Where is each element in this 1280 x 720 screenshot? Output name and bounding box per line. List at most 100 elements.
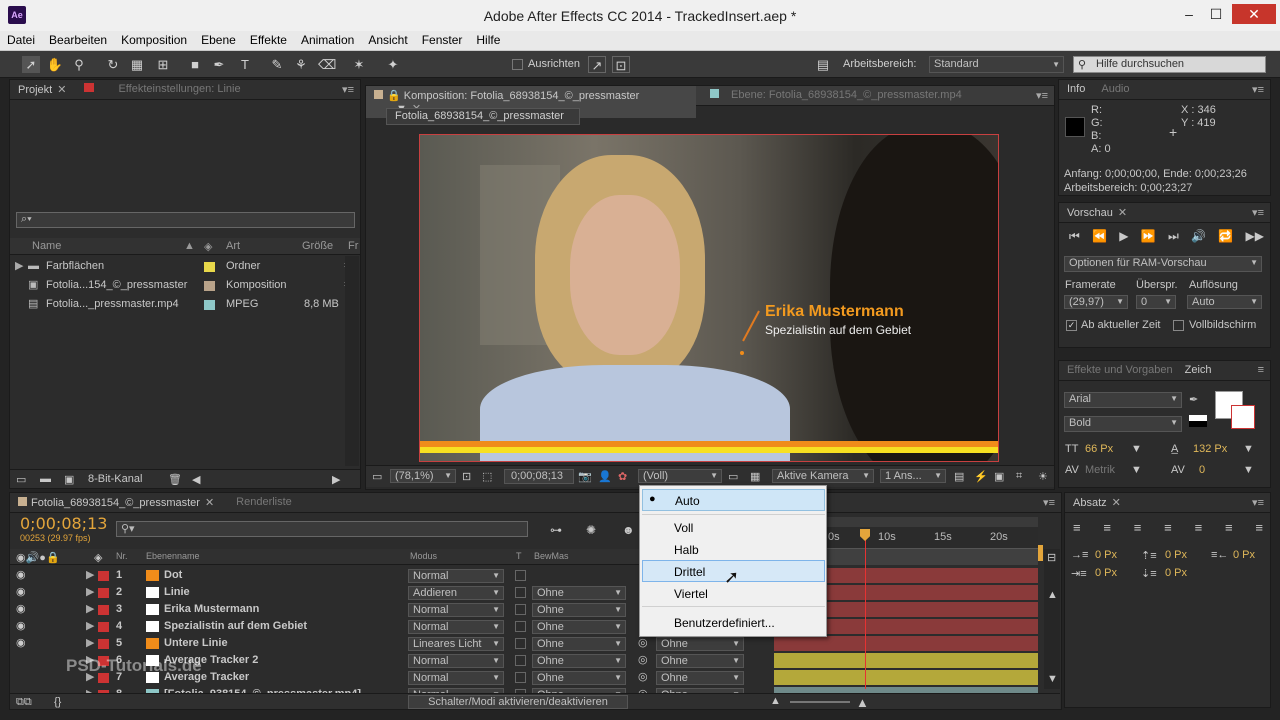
first-line-value[interactable]: 0 Px [1095, 567, 1117, 579]
black-swatch[interactable] [1189, 421, 1207, 427]
snapshot-icon[interactable]: 📷 [578, 470, 592, 483]
tab-audio[interactable]: Audio [1093, 80, 1137, 98]
shy-icon[interactable]: ☻ [622, 523, 635, 537]
panel-menu-icon[interactable]: ▾≡ [1252, 496, 1264, 509]
project-scrollbar[interactable] [345, 256, 359, 466]
preserve-transparency-checkbox[interactable] [515, 621, 526, 632]
scroll-left-icon[interactable]: ◀ [192, 473, 200, 486]
blend-mode-select[interactable]: Normal [408, 620, 504, 634]
expand-arrow-icon[interactable]: ▶ [15, 258, 23, 275]
table-row[interactable]: ◉ ▶ 5 Untere Linie Lineares Licht Ohne ◎ Ohne [10, 635, 1040, 652]
layer-name[interactable]: Erika Mustermann [164, 601, 259, 618]
tab-info[interactable]: Info [1059, 80, 1093, 98]
dropdown-icon[interactable]: ▼ [1243, 464, 1254, 476]
menu-item-halb[interactable]: Halb [674, 543, 699, 557]
zoom-slider[interactable] [790, 701, 850, 703]
blend-mode-select[interactable]: Lineares Licht [408, 637, 504, 651]
rectangle-tool-icon[interactable]: ■ [186, 56, 204, 73]
toggle-pixel-icon[interactable]: ▤ [954, 470, 964, 483]
ram-preview-icon[interactable]: ▶▶ [1246, 229, 1264, 244]
roi-icon[interactable]: ▭ [728, 470, 738, 483]
layer-name[interactable]: Untere Linie [164, 635, 228, 652]
audio-icon[interactable]: 🔊 [1191, 229, 1206, 244]
comp-mini-flowchart-icon[interactable]: ⊶ [550, 523, 562, 537]
preview-resolution-select[interactable]: Auto [1187, 295, 1262, 309]
col-type[interactable]: Art [226, 240, 240, 252]
blend-mode-select[interactable]: Normal [408, 654, 504, 668]
tab-render-queue[interactable]: Renderliste [228, 493, 300, 511]
prev-frame-icon[interactable]: ⏪ [1092, 229, 1107, 244]
loop-icon[interactable]: 🔁 [1218, 229, 1233, 244]
menu-komposition[interactable]: Komposition [114, 31, 194, 49]
panel-menu-icon[interactable]: ▾≡ [1043, 496, 1055, 509]
layer-search-input[interactable]: ⚲▾ [116, 521, 528, 537]
text-tool-icon[interactable]: T [236, 56, 254, 73]
preserve-transparency-checkbox[interactable] [515, 570, 526, 581]
playhead-line[interactable] [865, 529, 866, 689]
pickwhip-icon[interactable]: ◎ [638, 652, 648, 669]
tab-effects-presets[interactable]: Effekte und Vorgaben [1059, 361, 1181, 379]
help-search-input[interactable]: Hilfe durchsuchen [1073, 56, 1266, 73]
zoom-tool-icon[interactable]: ⚲ [70, 56, 88, 73]
table-row[interactable]: ◉ ▶ 3 Erika Mustermann Normal Ohne [10, 601, 1040, 618]
dropdown-icon[interactable]: ▼ [1243, 443, 1254, 455]
tab-preview[interactable]: Vorschau ✕ [1059, 203, 1135, 222]
views-select[interactable]: 1 Ans... [880, 469, 946, 483]
play-icon[interactable]: ▶ [1119, 229, 1128, 244]
preserve-transparency-checkbox[interactable] [515, 587, 526, 598]
preserve-transparency-checkbox[interactable] [515, 604, 526, 615]
pickwhip-icon[interactable]: ◎ [638, 635, 648, 652]
menu-hilfe[interactable]: Hilfe [469, 31, 507, 49]
project-search-input[interactable]: ⌕▾ [16, 212, 355, 228]
first-frame-icon[interactable]: ⏮ [1069, 229, 1080, 244]
fit-icon[interactable]: ⊡ [462, 470, 471, 483]
skip-select[interactable]: 0 [1136, 295, 1176, 309]
panel-menu-icon[interactable]: ▾≡ [1036, 89, 1048, 102]
track-matte-select[interactable]: Ohne [532, 637, 626, 651]
font-size-value[interactable]: 66 Px [1085, 443, 1113, 455]
fullscreen-checkbox[interactable] [1173, 320, 1184, 331]
maximize-icon[interactable]: ☐ [1202, 4, 1230, 24]
col-fr[interactable]: Fr [348, 240, 358, 252]
layer-name[interactable]: Spezialistin auf dem Gebiet [164, 618, 307, 635]
pen-tool-icon[interactable]: ✒ [210, 56, 228, 73]
space-after-value[interactable]: 0 Px [1165, 567, 1187, 579]
track-matte-select[interactable]: Ohne [532, 654, 626, 668]
expand-arrow-icon[interactable]: ▶ [86, 618, 94, 635]
flowchart-icon[interactable]: ⌗ [1016, 470, 1022, 483]
table-row[interactable]: ◉ ▶ 4 Spezialistin auf dem Gebiet Normal Ohne [10, 618, 1040, 635]
transparency-grid-icon[interactable]: ▦ [750, 470, 760, 483]
timeline-scrollbar[interactable]: ⊟ ▲ ▼ [1044, 549, 1060, 689]
blend-mode-select[interactable]: Normal [408, 569, 504, 583]
list-item[interactable]: ▣ Fotolia...154_©_pressmaster Kompositio… [10, 277, 360, 294]
eraser-tool-icon[interactable]: ⌫ [318, 56, 336, 73]
align-right-icon[interactable]: ≡ [1134, 520, 1142, 535]
table-row[interactable]: ◉ ▶ 2 Linie Addieren Ohne [10, 584, 1040, 601]
rotate-tool-icon[interactable]: ↻ [104, 56, 122, 73]
tab-character[interactable]: Zeich [1181, 361, 1220, 379]
blend-mode-select[interactable]: Addieren [408, 586, 504, 600]
panel-menu-icon[interactable]: ▾≡ [1252, 83, 1264, 96]
eyedropper-icon[interactable]: ✒ [1189, 393, 1198, 406]
puppet-pin-icon[interactable]: ✦ [384, 56, 402, 73]
track-matte-select[interactable]: Ohne [532, 586, 626, 600]
exposure-icon[interactable]: ☀ [1038, 470, 1048, 483]
bit-depth-label[interactable]: 8-Bit-Kanal [88, 473, 142, 485]
dropdown-icon[interactable]: ▼ [1131, 464, 1142, 476]
menu-datei[interactable]: Datei [0, 31, 42, 49]
always-preview-icon[interactable]: ▭ [372, 470, 382, 483]
work-area-end-handle[interactable] [1038, 545, 1043, 561]
draft-3d-icon[interactable]: ✺ [586, 523, 596, 537]
align-center-icon[interactable]: ≡ [1103, 520, 1111, 535]
preserve-transparency-checkbox[interactable] [515, 672, 526, 683]
zoom-out-mountain-icon[interactable]: ▲ [770, 695, 781, 707]
layer-duration-bar[interactable] [774, 653, 1038, 668]
parent-select[interactable]: Ohne [656, 637, 744, 651]
layer-duration-bar[interactable] [774, 636, 1038, 651]
expand-arrow-icon[interactable]: ▶ [86, 584, 94, 601]
list-item[interactable]: ▤ Fotolia..._pressmaster.mp4 MPEG 8,8 MB [10, 296, 360, 313]
camera-select[interactable]: Aktive Kamera [772, 469, 874, 483]
pickwhip-icon[interactable]: ◎ [638, 669, 648, 686]
resolution-select[interactable]: (Voll) [638, 469, 722, 483]
zoom-in-mountain-icon[interactable]: ▲ [856, 695, 869, 710]
